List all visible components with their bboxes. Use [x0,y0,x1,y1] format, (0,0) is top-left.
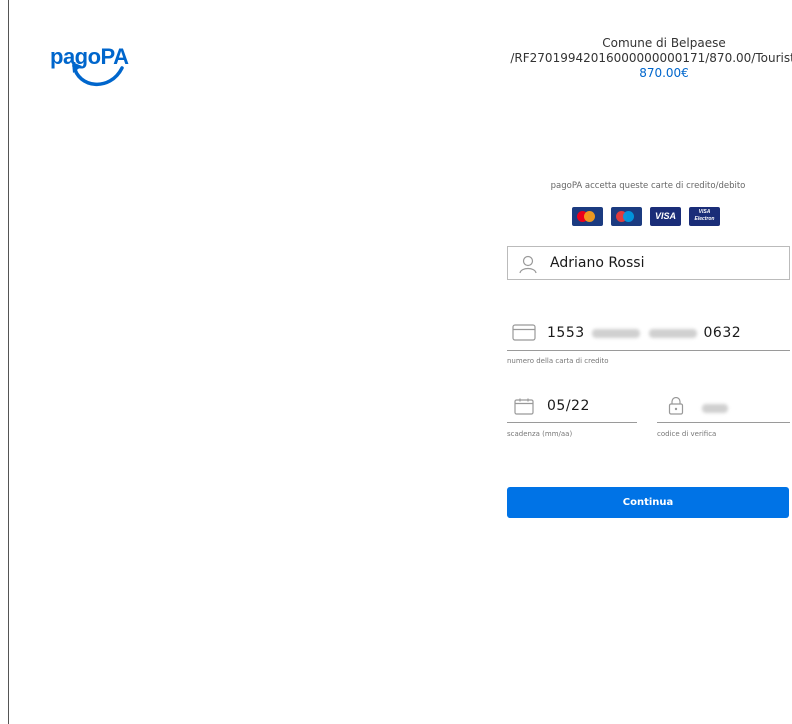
visa-icon: VISA [650,207,681,226]
payment-summary: Comune di Belpaese /RF270199420160000000… [504,36,792,81]
accepted-cards-list: VISA VISA Electron [572,207,720,226]
masked-digits [648,328,697,338]
payment-reference: /RF27019942016000000000171/870.00/Touris… [510,51,792,65]
card-number-underline [507,350,790,351]
card-number-field[interactable]: 1553 0632 [547,325,741,341]
continue-button[interactable]: Continua [507,487,789,518]
merchant-name: Comune di Belpaese [602,36,726,50]
masked-cvv [702,403,728,413]
pagopa-logo: pagoPA [50,38,129,94]
expiry-field[interactable]: 05/22 [547,398,590,414]
cvv-underline [657,422,790,423]
expiry-hint: scadenza (mm/aa) [507,430,573,438]
credit-card-icon [512,324,536,341]
user-icon [519,255,537,274]
card-number-prefix: 1553 [547,325,585,341]
cvv-field[interactable] [700,400,730,416]
lock-icon [668,397,684,415]
payment-amount: 870.00€ [639,66,689,80]
cardholder-name-value: Adriano Rossi [550,255,645,271]
expiry-underline [507,422,637,423]
accepted-cards-label: pagoPA accetta queste carte di credito/d… [550,181,746,191]
visa-electron-icon: VISA Electron [689,207,720,226]
cardholder-name-field[interactable]: Adriano Rossi [507,246,790,280]
mastercard-icon [572,207,603,226]
maestro-icon [611,207,642,226]
masked-digits [591,328,640,338]
logo-arc-icon [72,62,124,86]
card-number-hint: numero della carta di credito [507,357,609,365]
calendar-icon [514,398,534,415]
left-divider [8,0,9,724]
card-number-suffix: 0632 [703,325,742,341]
cvv-hint: codice di verifica [657,430,717,438]
